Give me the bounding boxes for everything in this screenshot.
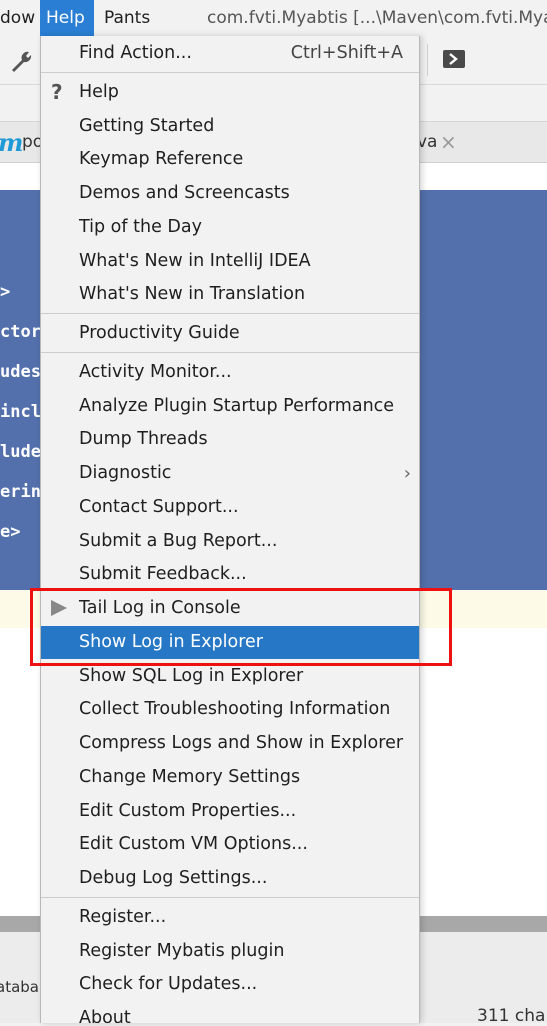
menu-item-contact-support[interactable]: Contact Support... [41,491,419,524]
menu-item-edit-custom-properties[interactable]: Edit Custom Properties... [41,795,419,828]
menu-item-getting-started[interactable]: Getting Started [41,110,419,143]
menu-item-label: Demos and Screencasts [79,183,290,203]
menu-item-label: Keymap Reference [79,149,244,169]
menu-item-label: About [79,1008,131,1023]
menu-item-submit-bug-report[interactable]: Submit a Bug Report... [41,525,419,558]
menu-item-keymap-reference[interactable]: Keymap Reference [41,143,419,176]
menu-item-activity-monitor[interactable]: Activity Monitor... [41,356,419,389]
menu-item-label: Register... [79,907,167,927]
menu-item-dump-threads[interactable]: Dump Threads [41,423,419,456]
menu-item-submit-feedback[interactable]: Submit Feedback... [41,558,419,591]
menu-item-label: Find Action... [79,43,192,63]
close-icon[interactable]: × [440,130,457,154]
menu-item-label: Analyze Plugin Startup Performance [79,396,395,416]
menu-bar: dow Help Pants com.fvti.Myabtis [...\Mav… [0,0,547,36]
menu-item-label: Dump Threads [79,429,208,449]
menu-separator [41,897,419,898]
chevron-right-icon: › [403,463,411,484]
menu-item-edit-custom-vm-options[interactable]: Edit Custom VM Options... [41,828,419,861]
menu-item-label: Help [79,82,119,102]
code-line: lude [0,442,41,462]
menu-item-whats-new-idea[interactable]: What's New in IntelliJ IDEA [41,245,419,278]
shortcut-label: Ctrl+Shift+A [290,43,403,63]
menu-item-label: Productivity Guide [79,323,240,343]
menu-item-compress-logs[interactable]: Compress Logs and Show in Explorer [41,727,419,760]
menu-item-label: Check for Updates... [79,974,258,994]
tab-java[interactable]: va [417,132,437,152]
window-title: com.fvti.Myabtis [...\Maven\com.fvti.Mya [207,8,547,28]
menu-item-change-memory-settings[interactable]: Change Memory Settings [41,761,419,794]
question-icon: ? [51,80,63,104]
menu-item-label: Submit Feedback... [79,564,247,584]
menu-item-label: Diagnostic [79,463,172,483]
menu-help[interactable]: Help [40,0,94,36]
menu-item-label: Getting Started [79,116,215,136]
menu-item-whats-new-translation[interactable]: What's New in Translation [41,278,419,311]
menu-item-label: Compress Logs and Show in Explorer [79,733,404,753]
menu-item-register[interactable]: Register... [41,901,419,934]
terminal-icon[interactable] [443,50,465,68]
code-line: ctor [0,322,41,342]
menu-item-register-mybatis-plugin[interactable]: Register Mybatis plugin [41,935,419,968]
menu-item-label: Register Mybatis plugin [79,941,285,961]
menu-item-diagnostic[interactable]: Diagnostic › [41,457,419,490]
menu-item-about[interactable]: About [41,1002,419,1023]
menu-item-productivity-guide[interactable]: Productivity Guide [41,317,419,350]
menu-item-label: What's New in Translation [79,284,306,304]
menu-item-label: Submit a Bug Report... [79,531,278,551]
menu-pants[interactable]: Pants [98,0,156,36]
status-left-text[interactable]: ataba [0,978,39,996]
maven-icon: m [0,128,24,157]
menu-item-check-for-updates[interactable]: Check for Updates... [41,968,419,1001]
menu-item-label: Contact Support... [79,497,239,517]
menu-item-label: Edit Custom VM Options... [79,834,308,854]
menu-item-tip-of-the-day[interactable]: Tip of the Day [41,211,419,244]
menu-item-find-action[interactable]: Find Action... Ctrl+Shift+A [41,37,419,70]
menu-item-label: Activity Monitor... [79,362,232,382]
status-char-count: 311 cha [477,1006,546,1026]
code-line: incl [0,402,41,422]
menu-item-help[interactable]: ? Help [41,76,419,109]
menu-item-analyze-plugin-startup[interactable]: Analyze Plugin Startup Performance [41,390,419,423]
menu-item-label: Debug Log Settings... [79,868,268,888]
toolbar-separator [427,44,428,76]
menu-item-label: Edit Custom Properties... [79,801,297,821]
menu-item-label: Tip of the Day [79,217,202,237]
menu-item-collect-troubleshooting[interactable]: Collect Troubleshooting Information [41,693,419,726]
highlight-annotation-box [30,588,452,666]
menu-separator [41,72,419,73]
menu-separator [41,313,419,314]
code-line: udes [0,362,41,382]
menu-item-demos[interactable]: Demos and Screencasts [41,177,419,210]
menu-item-label: Change Memory Settings [79,767,301,787]
help-dropdown-menu: Find Action... Ctrl+Shift+A ? Help Getti… [40,36,420,1023]
menu-item-label: Collect Troubleshooting Information [79,699,391,719]
menu-separator [41,352,419,353]
menu-window[interactable]: dow [0,0,41,36]
code-line: > [0,282,11,302]
code-line: erin [0,482,41,502]
menu-item-debug-log-settings[interactable]: Debug Log Settings... [41,862,419,895]
wrench-icon[interactable] [8,48,34,74]
code-line: e> [0,522,21,542]
menu-item-label: What's New in IntelliJ IDEA [79,251,311,271]
